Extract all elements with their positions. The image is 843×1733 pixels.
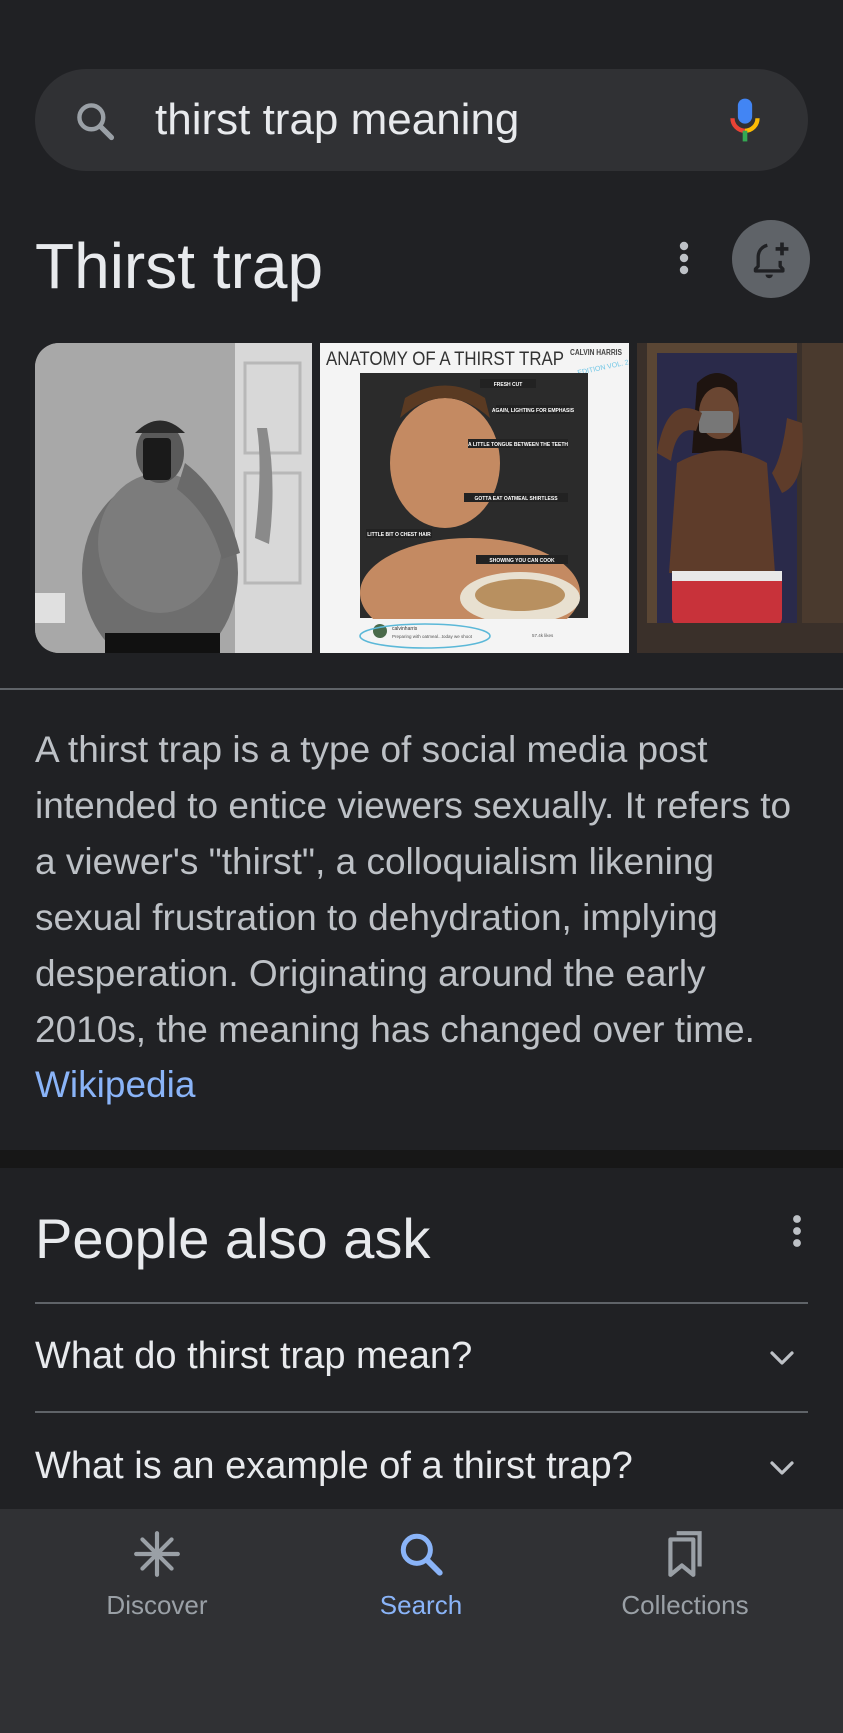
section-divider	[0, 688, 843, 690]
question-item[interactable]: What do thirst trap mean?	[35, 1332, 472, 1380]
follow-button[interactable]	[732, 220, 810, 298]
search-box[interactable]: thirst trap meaning	[35, 69, 808, 171]
photo-graphic	[637, 343, 843, 653]
image-anatomy-infographic[interactable]: ANATOMY OF A THIRST TRAP CALVIN HARRIS E…	[320, 343, 629, 653]
nav-search[interactable]: Search	[311, 1529, 531, 1621]
nav-collections[interactable]: Collections	[575, 1529, 795, 1621]
image-mirror-selfie-tattoos[interactable]	[637, 343, 843, 653]
nav-discover[interactable]: Discover	[47, 1529, 267, 1621]
more-options-icon[interactable]	[672, 240, 696, 276]
bell-add-icon	[753, 242, 789, 279]
image-mirror-selfie-bw[interactable]	[35, 343, 312, 653]
microphone-icon[interactable]	[723, 95, 767, 145]
section-gap	[0, 1150, 843, 1168]
svg-text:Preparing with oatmeal...today: Preparing with oatmeal...today we shoot	[392, 634, 473, 639]
svg-text:LITTLE BIT O CHEST HAIR: LITTLE BIT O CHEST HAIR	[367, 532, 431, 538]
infographic-brand: CALVIN HARRIS	[570, 348, 623, 357]
svg-text:FRESH CUT: FRESH CUT	[494, 382, 523, 388]
nav-label: Search	[379, 1590, 463, 1620]
infographic-graphic: ANATOMY OF A THIRST TRAP CALVIN HARRIS E…	[320, 343, 629, 653]
svg-text:A LITTLE TONGUE BETWEEN THE TE: A LITTLE TONGUE BETWEEN THE TEETH	[468, 442, 568, 448]
bottom-navigation: Discover Search Collections	[0, 1509, 843, 1733]
panel-description: A thirst trap is a type of social media …	[35, 729, 792, 1050]
panel-title: Thirst trap	[35, 230, 324, 302]
top-bar: thirst trap meaning	[0, 0, 843, 190]
nav-label: Collections	[621, 1590, 749, 1620]
search-query[interactable]: thirst trap meaning	[155, 93, 519, 147]
svg-text:calvinharris: calvinharris	[392, 626, 418, 632]
svg-text:GOTTA EAT OATMEAL SHIRTLESS: GOTTA EAT OATMEAL SHIRTLESS	[474, 496, 558, 502]
chevron-down-icon[interactable]	[767, 1453, 797, 1483]
asterisk-icon	[134, 1531, 180, 1577]
collections-icon	[668, 1531, 702, 1577]
question-item[interactable]: What is an example of a thirst trap?	[35, 1442, 633, 1490]
question-divider	[35, 1411, 808, 1413]
infographic-header: ANATOMY OF A THIRST TRAP	[326, 349, 564, 370]
question-divider	[35, 1302, 808, 1304]
chevron-down-icon[interactable]	[767, 1343, 797, 1373]
search-icon[interactable]	[73, 99, 117, 143]
people-also-ask-title: People also ask	[35, 1207, 431, 1270]
nav-label: Discover	[106, 1590, 208, 1620]
svg-text:SHOWING YOU CAN COOK: SHOWING YOU CAN COOK	[489, 558, 555, 564]
wikipedia-link[interactable]: Wikipedia	[35, 1057, 195, 1113]
svg-text:57.4k likes: 57.4k likes	[532, 633, 554, 638]
more-options-icon[interactable]	[785, 1213, 809, 1249]
photo-graphic	[35, 343, 312, 653]
search-icon	[400, 1533, 443, 1576]
svg-text:AGAIN, LIGHTING FOR EMPHASIS: AGAIN, LIGHTING FOR EMPHASIS	[492, 408, 575, 414]
